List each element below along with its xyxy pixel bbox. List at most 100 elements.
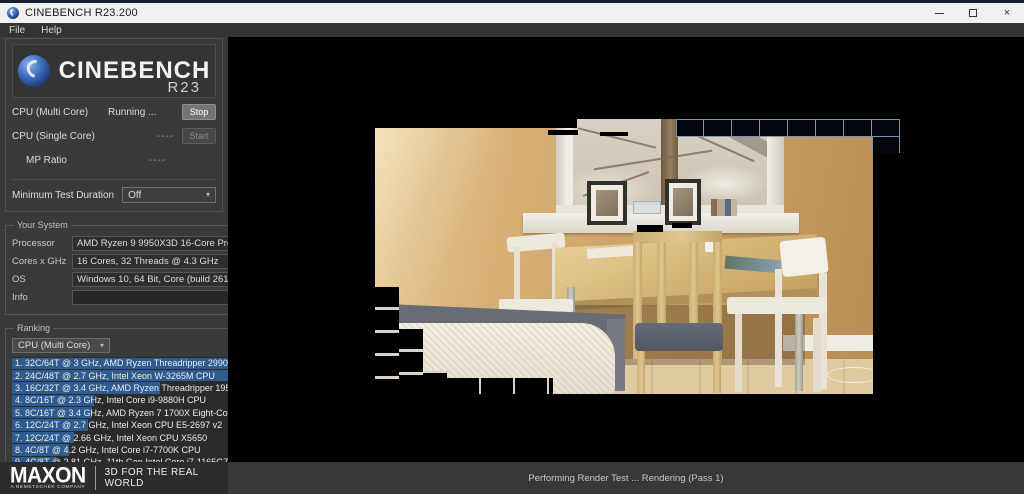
picture-frame bbox=[587, 181, 627, 225]
minimize-button[interactable] bbox=[922, 3, 956, 23]
unrendered-tile bbox=[676, 119, 704, 137]
info-label: Info bbox=[12, 292, 28, 303]
processor-label: Processor bbox=[12, 238, 55, 249]
maxon-brand: MAXON bbox=[10, 463, 86, 488]
chevron-down-icon: ▾ bbox=[99, 340, 104, 350]
minimize-icon bbox=[934, 12, 944, 14]
ranking-filter-select[interactable]: CPU (Multi Core) ▾ bbox=[12, 338, 110, 353]
status-text: Performing Render Test ... Rendering (Pa… bbox=[528, 472, 724, 484]
cinema4d-icon bbox=[17, 55, 50, 87]
brand-version: R23 bbox=[167, 79, 201, 96]
render-bucket-mark bbox=[548, 130, 578, 135]
unrendered-bottom-strip bbox=[447, 378, 553, 394]
center-chair-top-rail bbox=[633, 231, 722, 242]
render-viewport bbox=[228, 37, 1024, 462]
unrendered-tile-row bbox=[676, 119, 900, 137]
unrendered-tiles-left bbox=[375, 287, 399, 394]
ranking-legend: Ranking bbox=[17, 323, 51, 333]
single-core-row: CPU (Single Core) ---- Start bbox=[12, 126, 216, 146]
right-chair-leg bbox=[813, 318, 821, 392]
render-preview bbox=[375, 119, 900, 394]
window-title: CINEBENCH R23.200 bbox=[25, 7, 138, 19]
unrendered-tiles-left bbox=[399, 329, 423, 394]
ranking-row-label: 2. 24C/48T @ 2.7 GHz, Intel Xeon W-3265M… bbox=[15, 370, 215, 381]
mp-ratio-value: ---- bbox=[148, 154, 166, 166]
stop-button[interactable]: Stop bbox=[182, 104, 216, 120]
footer-divider bbox=[94, 466, 96, 490]
menu-item-help[interactable]: Help bbox=[41, 25, 62, 36]
unrendered-tile bbox=[872, 136, 900, 154]
unrendered-column bbox=[873, 153, 900, 394]
unrendered-tile bbox=[760, 119, 788, 137]
glass-box bbox=[633, 201, 661, 214]
unrendered-tile bbox=[816, 119, 844, 137]
photo bbox=[596, 190, 618, 216]
ranking-filter-value: CPU (Multi Core) bbox=[18, 340, 91, 351]
center-chair-leg bbox=[637, 351, 645, 393]
menu-item-file[interactable]: File bbox=[9, 25, 25, 36]
render-bucket-mark bbox=[637, 225, 663, 232]
center-chair-slat bbox=[657, 242, 666, 328]
os-label: OS bbox=[12, 274, 26, 285]
mp-ratio-label: MP Ratio bbox=[26, 154, 67, 166]
unrendered-tile bbox=[844, 119, 872, 137]
ranking-row-label: 7. 12C/24T @ 2.66 GHz, Intel Xeon CPU X5… bbox=[15, 432, 208, 443]
ranking-row-label: 8. 4C/8T @ 4.2 GHz, Intel Core i7-7700K … bbox=[15, 444, 201, 455]
tree-branch bbox=[577, 127, 657, 149]
single-core-value: ---- bbox=[156, 130, 174, 142]
cores-label: Cores x GHz bbox=[12, 256, 67, 267]
sidebar: CINEBENCH R23 CPU (Multi Core) Running .… bbox=[0, 37, 292, 488]
your-system-legend: Your System bbox=[17, 220, 68, 230]
render-bucket-mark bbox=[672, 223, 692, 228]
multi-core-label: CPU (Multi Core) bbox=[12, 106, 89, 118]
unrendered-tile bbox=[423, 371, 447, 394]
duration-select[interactable]: Off ▾ bbox=[122, 187, 216, 203]
chevron-down-icon: ▾ bbox=[205, 190, 210, 199]
ranking-row-label: 3. 16C/32T @ 3.4 GHz, AMD Ryzen Threadri… bbox=[15, 382, 242, 393]
unrendered-tile bbox=[732, 119, 760, 137]
menu-bar: File Help bbox=[0, 23, 1024, 37]
window-controls: × bbox=[922, 3, 1024, 23]
duration-value: Off bbox=[128, 189, 142, 201]
divider bbox=[12, 179, 216, 180]
books bbox=[711, 199, 737, 216]
left-chair bbox=[514, 247, 520, 305]
maxon-logo: MAXON A NEMETSCHEK COMPANY bbox=[10, 463, 86, 490]
single-core-label: CPU (Single Core) bbox=[12, 130, 95, 142]
benchmark-controls-box: CINEBENCH R23 CPU (Multi Core) Running .… bbox=[5, 38, 223, 212]
picture-frame bbox=[665, 179, 701, 225]
right-chair-post bbox=[775, 269, 782, 387]
center-chair-leg bbox=[713, 351, 721, 393]
ranking-row-label: 4. 8C/16T @ 2.3 GHz, Intel Core i9-9880H… bbox=[15, 395, 207, 406]
right-chair-back bbox=[779, 236, 829, 278]
center-chair-slat bbox=[689, 242, 698, 328]
photo bbox=[673, 188, 693, 216]
unrendered-strip bbox=[375, 119, 577, 128]
render-bucket-mark bbox=[600, 132, 628, 136]
ranking-row-label: 1. 32C/64T @ 3 GHz, AMD Ryzen Threadripp… bbox=[15, 358, 243, 369]
tree-branch bbox=[593, 149, 713, 171]
unrendered-tile bbox=[788, 119, 816, 137]
center-chair-cushion bbox=[635, 323, 723, 351]
start-button[interactable]: Start bbox=[182, 128, 216, 144]
cinebench-logo: CINEBENCH R23 bbox=[12, 44, 216, 98]
right-chair-seat bbox=[727, 297, 827, 314]
multi-core-row: CPU (Multi Core) Running ... Stop bbox=[12, 102, 216, 122]
close-button[interactable]: × bbox=[990, 3, 1024, 23]
title-bar: CINEBENCH R23.200 × bbox=[0, 3, 1024, 23]
right-chair-leg bbox=[735, 314, 742, 392]
ranking-row-label: 6. 12C/24T @ 2.7 GHz, Intel Xeon CPU E5-… bbox=[15, 420, 223, 431]
maximize-button[interactable] bbox=[956, 3, 990, 23]
app-icon bbox=[7, 7, 19, 19]
maximize-icon bbox=[969, 9, 977, 17]
mp-ratio-row: MP Ratio ---- bbox=[12, 150, 216, 170]
unrendered-tile bbox=[704, 119, 732, 137]
ranking-row-label: 5. 8C/16T @ 3.4 GHz, AMD Ryzen 7 1700X E… bbox=[15, 407, 245, 418]
footer-tagline: 3D FOR THE REAL WORLD bbox=[104, 467, 199, 489]
multi-core-status: Running ... bbox=[108, 106, 157, 118]
unrendered-tile bbox=[872, 119, 900, 137]
duration-label: Minimum Test Duration bbox=[12, 189, 115, 201]
status-bar: Performing Render Test ... Rendering (Pa… bbox=[228, 462, 1024, 494]
maxon-footer: MAXON A NEMETSCHEK COMPANY 3D FOR THE RE… bbox=[0, 462, 228, 494]
duration-row: Minimum Test Duration Off ▾ bbox=[12, 187, 216, 203]
